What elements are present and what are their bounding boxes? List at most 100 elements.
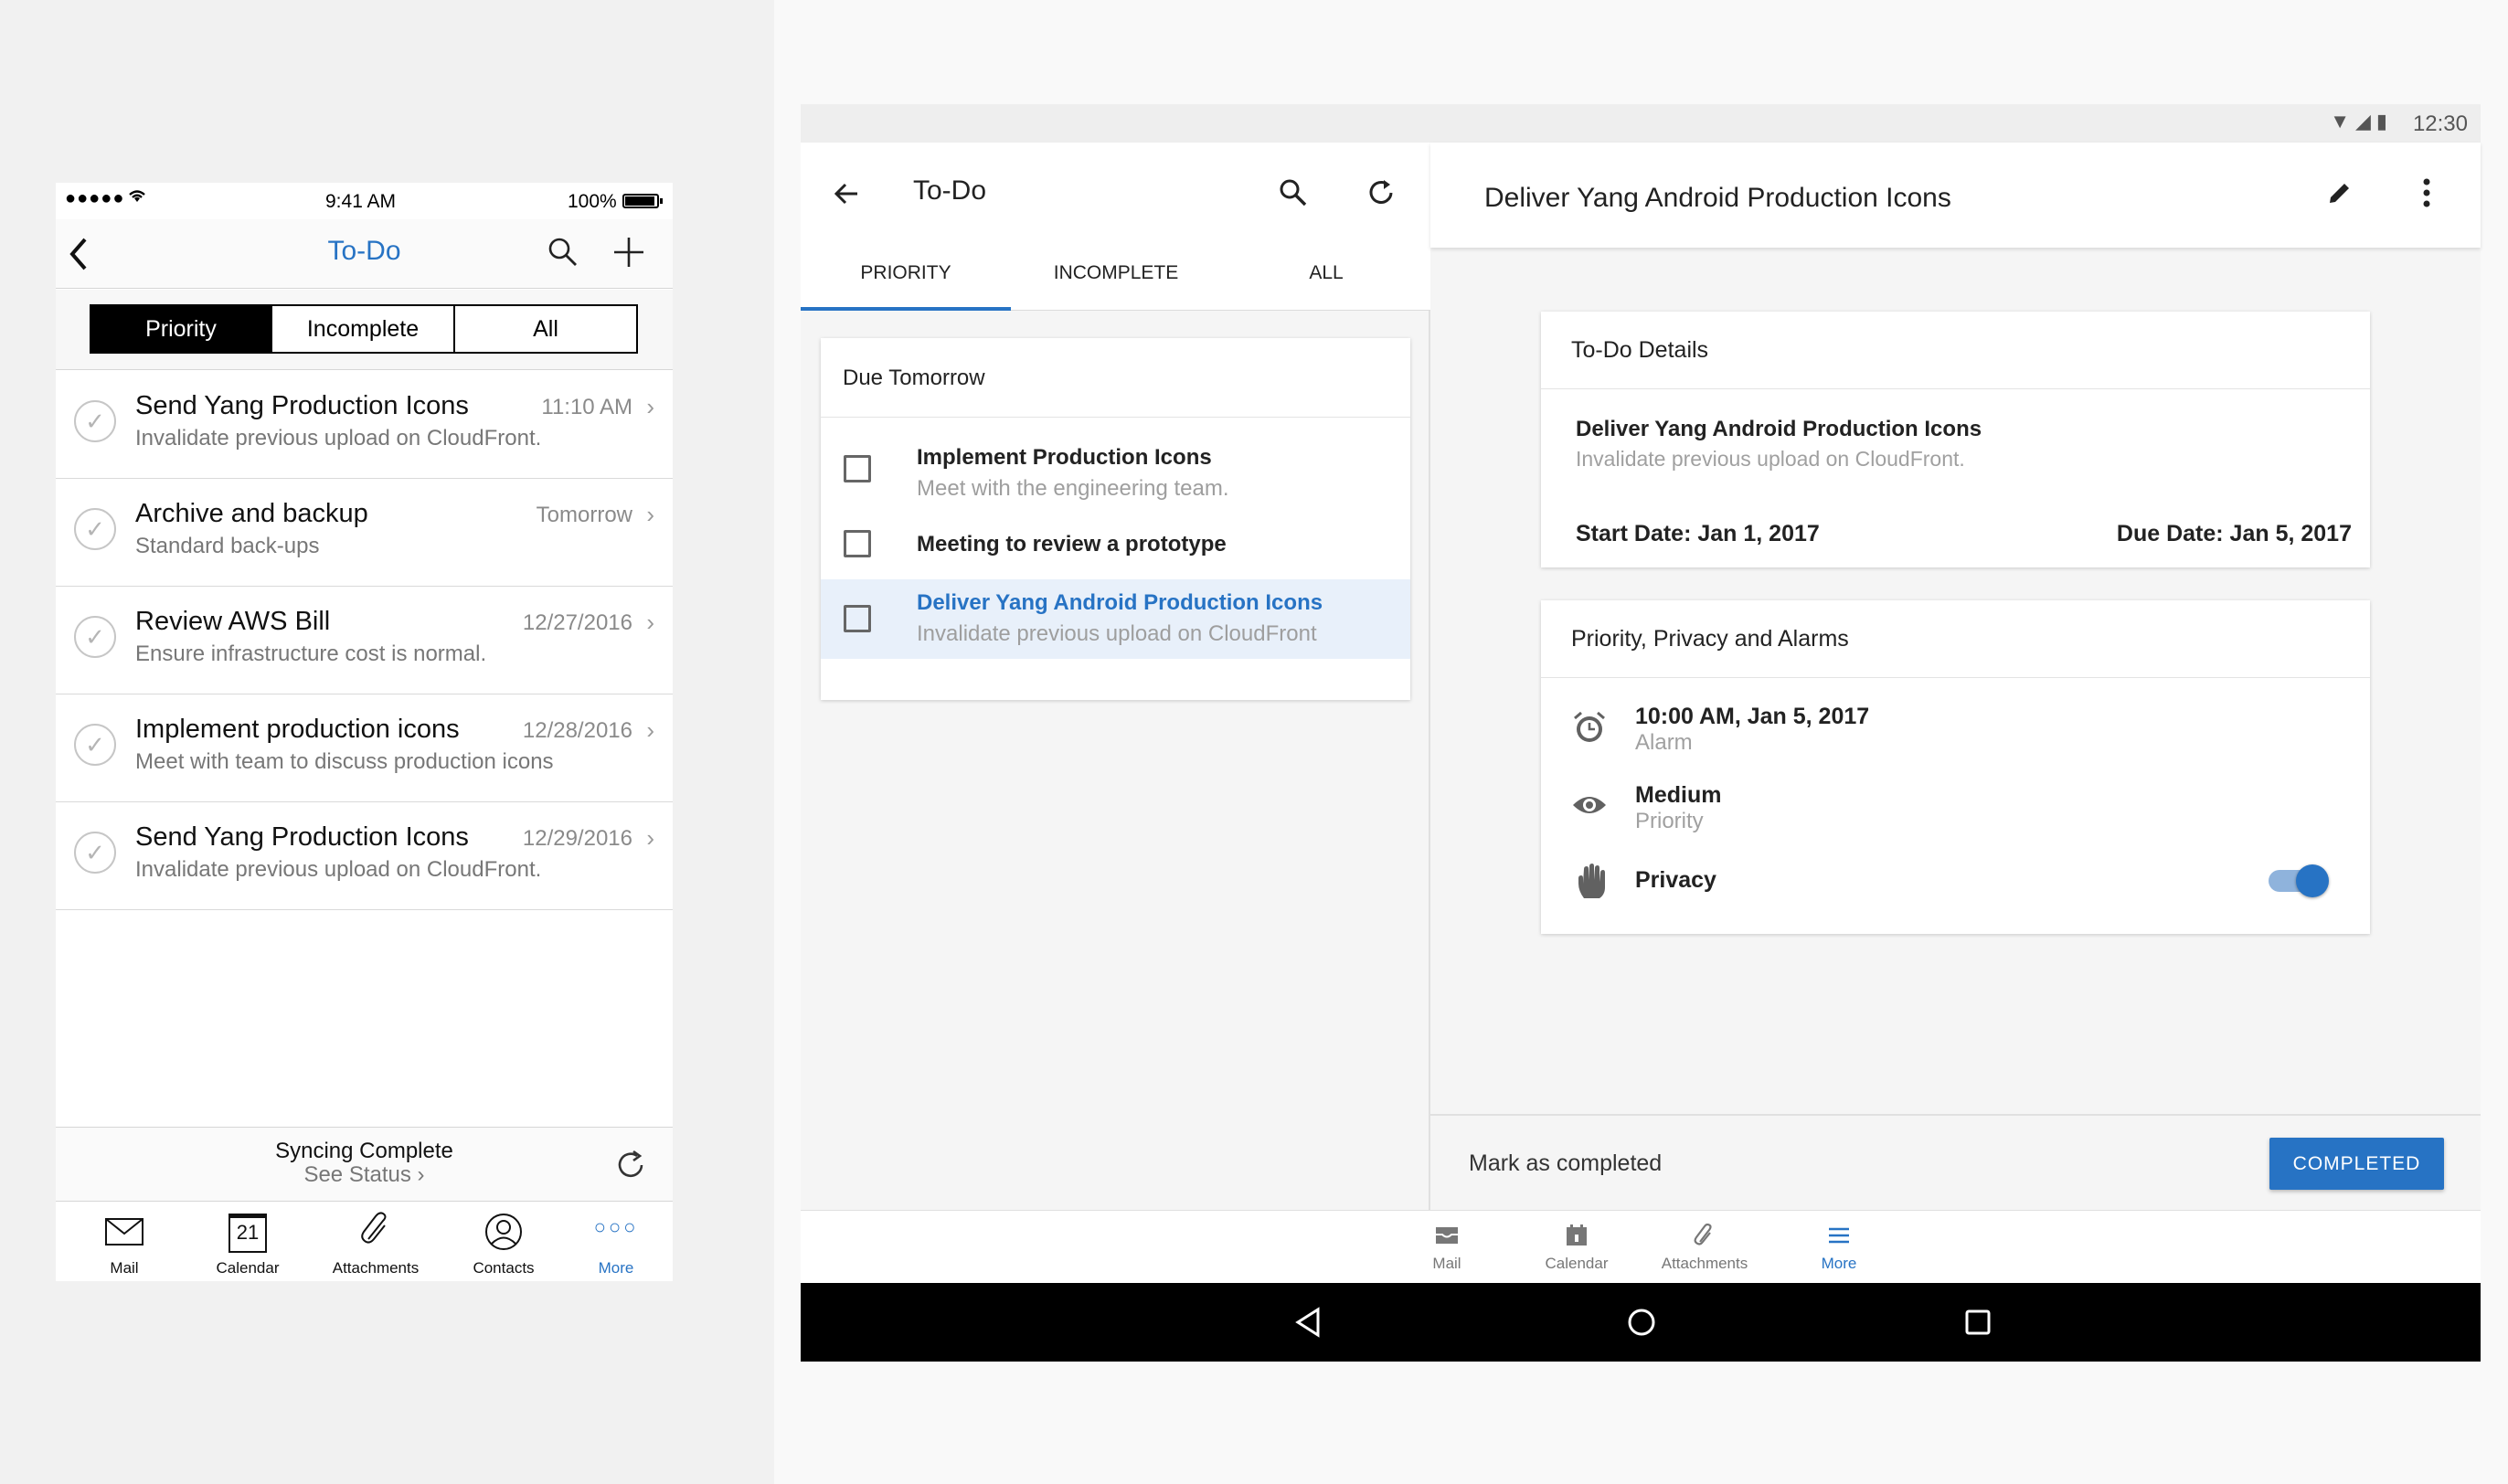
see-status-link[interactable]: See Status › [56, 1162, 673, 1188]
list-item[interactable]: Meeting to review a prototype [821, 510, 1410, 579]
chevron-right-icon: › [646, 501, 654, 528]
tab-more[interactable]: More [1775, 1211, 1903, 1284]
item-subtitle: Ensure infrastructure cost is normal. [135, 641, 487, 666]
privacy-toggle[interactable] [2269, 864, 2329, 897]
priority-label: Priority [1635, 809, 1704, 833]
alarm-value: 10:00 AM, Jan 5, 2017 [1635, 704, 1870, 729]
segment-incomplete[interactable]: Incomplete [271, 304, 455, 354]
check-circle-icon[interactable]: ✓ [74, 616, 116, 658]
calendar-icon: 21 [193, 1212, 303, 1253]
tab-mail[interactable]: Mail [1383, 1211, 1511, 1284]
checkbox[interactable] [844, 530, 871, 557]
status-time: 9:41 AM [325, 191, 397, 212]
more-icon: ○○○ [593, 1215, 639, 1238]
menu-icon [1775, 1224, 1903, 1252]
list-title: To-Do [913, 175, 987, 206]
contacts-icon [449, 1212, 558, 1252]
item-title: Send Yang Production Icons [135, 391, 469, 420]
priority-privacy-alarms-card: Priority, Privacy and Alarms 10:00 AM, J… [1541, 600, 2370, 934]
todo-detail-pane: Deliver Yang Android Production Icons To… [1430, 143, 2481, 1210]
item-subtitle: Invalidate previous upload on CloudFront… [135, 857, 542, 882]
search-icon[interactable] [547, 236, 579, 273]
ios-phone-screen: ●●●●● 9:41 AM 100% To-Do Priority Incomp… [56, 183, 673, 1281]
android-system-nav-bar [801, 1283, 2481, 1362]
item-subtitle: Meet with the engineering team. [917, 476, 1229, 501]
segment-priority[interactable]: Priority [90, 304, 272, 354]
due-tomorrow-card: Due Tomorrow Implement Production Icons … [821, 338, 1410, 700]
list-item[interactable]: Implement Production Icons Meet with the… [821, 419, 1410, 510]
list-item[interactable]: ✓ Implement production icons Meet with t… [56, 694, 673, 802]
checkbox[interactable] [844, 455, 871, 482]
chevron-right-icon: › [646, 716, 654, 744]
item-title: Review AWS Bill [135, 607, 331, 636]
tab-priority[interactable]: PRIORITY [801, 260, 1011, 311]
item-subtitle: Invalidate previous upload on CloudFront… [135, 426, 542, 450]
card-header: To-Do Details [1541, 312, 2370, 389]
list-item[interactable]: ✓ Send Yang Production Icons Invalidate … [56, 371, 673, 479]
checkbox[interactable] [844, 605, 871, 632]
due-date: Due Date: Jan 5, 2017 [2116, 521, 2352, 546]
list-item[interactable]: ✓ Send Yang Production Icons Invalidate … [56, 802, 673, 910]
item-title: Deliver Yang Android Production Icons [917, 590, 1323, 615]
item-date: 12/27/2016 [522, 610, 632, 635]
item-subtitle: Meet with team to discuss production ico… [135, 749, 554, 774]
list-app-bar: To-Do PRIORITY INCOMPLETE ALL [801, 143, 1430, 311]
privacy-label: Privacy [1635, 867, 1716, 893]
hand-icon [1576, 864, 1607, 905]
tab-calendar[interactable]: Calendar [1513, 1211, 1641, 1284]
eye-icon [1571, 792, 1608, 822]
segmented-control: Priority Incomplete All [56, 290, 673, 370]
refresh-icon[interactable] [613, 1148, 648, 1187]
task-title: Deliver Yang Android Production Icons [1576, 417, 1982, 441]
status-time: 12:30 [2412, 111, 2468, 136]
completed-button[interactable]: COMPLETED [2269, 1138, 2444, 1190]
ios-status-bar: ●●●●● 9:41 AM 100% [56, 183, 673, 219]
item-subtitle: Standard back-ups [135, 534, 320, 558]
tab-calendar[interactable]: 21 Calendar [193, 1203, 303, 1281]
android-tablet-screen: ▼◢▮ 12:30 To-Do PRIORITY INCOMPLETE ALL … [801, 104, 2481, 1362]
overflow-menu-icon[interactable] [2421, 177, 2432, 213]
paperclip-icon [1641, 1223, 1769, 1254]
segment-all[interactable]: All [453, 304, 638, 354]
tab-attachments[interactable]: Attachments [1641, 1211, 1769, 1284]
check-circle-icon[interactable]: ✓ [74, 508, 116, 550]
list-item[interactable]: ✓ Archive and backup Standard back-ups T… [56, 479, 673, 587]
recents-square-icon[interactable] [1955, 1299, 2001, 1345]
mark-completed-label: Mark as completed [1469, 1150, 1663, 1176]
signal-dots: ●●●●● [65, 188, 125, 208]
item-date: 12/28/2016 [522, 718, 632, 743]
edit-pencil-icon[interactable] [2326, 179, 2354, 211]
home-circle-icon[interactable] [1619, 1299, 1664, 1345]
add-icon[interactable] [611, 234, 647, 275]
tab-attachments[interactable]: Attachments [321, 1203, 430, 1281]
calendar-icon [1513, 1224, 1641, 1254]
tab-more[interactable]: ○○○ More [561, 1203, 671, 1281]
tab-incomplete[interactable]: INCOMPLETE [1011, 260, 1221, 311]
tab-all[interactable]: ALL [1221, 260, 1431, 311]
priority-value: Medium [1635, 782, 1722, 808]
mail-icon [69, 1212, 179, 1252]
search-icon[interactable] [1278, 177, 1309, 213]
tab-contacts[interactable]: Contacts [449, 1203, 558, 1281]
list-item-selected[interactable]: Deliver Yang Android Production Icons In… [821, 579, 1410, 659]
back-arrow-icon[interactable] [832, 179, 861, 213]
check-circle-icon[interactable]: ✓ [74, 400, 116, 442]
battery-icon [622, 194, 663, 208]
refresh-icon[interactable] [1366, 177, 1397, 213]
list-item[interactable]: ✓ Review AWS Bill Ensure infrastructure … [56, 587, 673, 694]
wifi-icon [125, 186, 149, 210]
item-subtitle: Invalidate previous upload on CloudFront [917, 621, 1317, 646]
check-circle-icon[interactable]: ✓ [74, 832, 116, 874]
ios-tab-bar: Mail 21 Calendar Attachments Contacts ○○… [56, 1203, 673, 1281]
todo-list-pane: To-Do PRIORITY INCOMPLETE ALL Due Tomorr… [801, 143, 1430, 1210]
check-circle-icon[interactable]: ✓ [74, 724, 116, 766]
chevron-right-icon: › [646, 824, 654, 852]
ios-nav-bar: To-Do [56, 219, 673, 289]
android-bottom-nav: Mail Calendar Attachments More [801, 1210, 2481, 1283]
back-triangle-icon[interactable] [1285, 1299, 1331, 1345]
tab-mail[interactable]: Mail [69, 1203, 179, 1281]
paperclip-icon [321, 1212, 430, 1252]
sync-status-bar: Syncing Complete See Status › [56, 1127, 673, 1202]
chevron-right-icon: › [646, 393, 654, 420]
page-title: To-Do [327, 236, 401, 266]
